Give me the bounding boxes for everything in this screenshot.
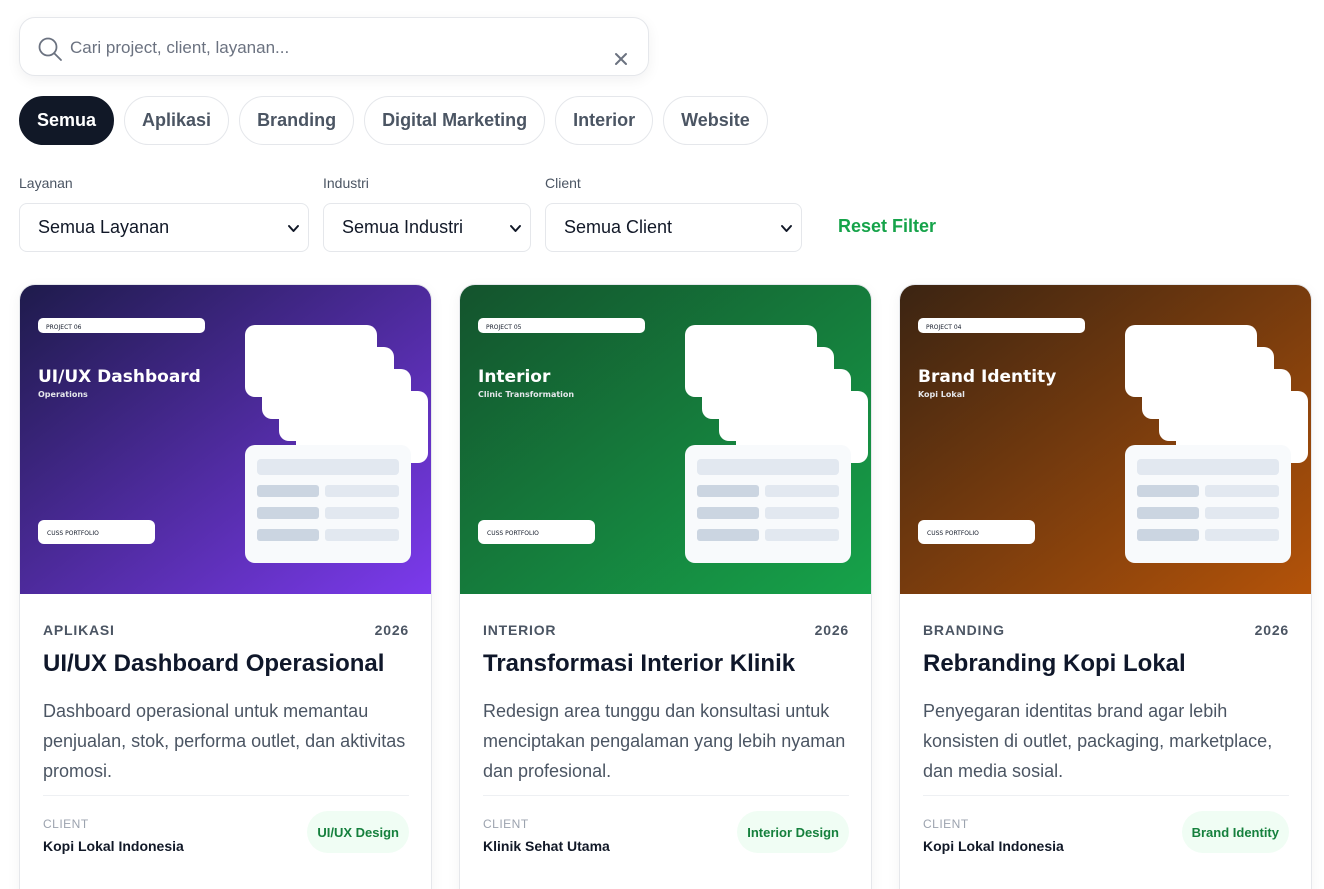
project-year: 2026 [814, 622, 849, 638]
project-card[interactable]: PROJECT 05 Interior Clinic Transformatio… [459, 284, 872, 889]
thumbnail-badge: PROJECT 06 [46, 324, 82, 331]
layanan-select-value: Semua Layanan [38, 217, 170, 237]
client-select[interactable]: Semua Client [545, 203, 802, 252]
project-card[interactable]: PROJECT 04 Brand Identity Kopi Lokal CUS… [899, 284, 1312, 889]
thumbnail-title: Interior [478, 367, 551, 387]
layanan-select[interactable]: Semua Layanan [19, 203, 309, 252]
project-description: Redesign area tunggu dan konsultasi untu… [483, 701, 846, 781]
tab-aplikasi[interactable]: Aplikasi [124, 96, 230, 145]
tab-interior[interactable]: Interior [555, 96, 654, 145]
project-card[interactable]: PROJECT 06 UI/UX Dashboard Operations CU… [19, 284, 432, 889]
project-description: Penyegaran identitas brand agar lebih ko… [923, 701, 1273, 781]
thumbnail-footer: CUSS PORTFOLIO [927, 530, 979, 537]
thumbnail-title: UI/UX Dashboard [38, 367, 201, 387]
client-name: Kopi Lokal Indonesia [43, 838, 184, 854]
thumbnail-footer: CUSS PORTFOLIO [47, 530, 99, 537]
tab-branding[interactable]: Branding [239, 96, 355, 145]
thumbnail-subtitle: Clinic Transformation [478, 390, 574, 399]
divider [923, 795, 1289, 796]
industri-label: Industri [323, 175, 369, 191]
industri-select-value: Semua Industri [342, 217, 464, 237]
project-year: 2026 [374, 622, 409, 638]
service-tag: UI/UX Design [307, 811, 409, 853]
category-tabs: Semua Aplikasi Branding Digital Marketin… [19, 96, 768, 145]
project-category: INTERIOR [483, 622, 557, 638]
client-label: CLIENT [923, 817, 969, 831]
tab-digital-marketing[interactable]: Digital Marketing [364, 96, 546, 145]
project-year: 2026 [1254, 622, 1289, 638]
project-title[interactable]: UI/UX Dashboard Operasional [43, 650, 384, 678]
layanan-label: Layanan [19, 175, 73, 191]
search-box[interactable] [19, 17, 649, 76]
project-title[interactable]: Transformasi Interior Klinik [483, 650, 795, 678]
close-icon[interactable] [614, 52, 628, 66]
client-name: Kopi Lokal Indonesia [923, 838, 1064, 854]
divider [43, 795, 409, 796]
tab-website[interactable]: Website [663, 96, 768, 145]
industri-select[interactable]: Semua Industri [323, 203, 531, 252]
service-tag: Interior Design [737, 811, 849, 853]
project-category: APLIKASI [43, 622, 115, 638]
project-thumbnail: PROJECT 05 Interior Clinic Transformatio… [460, 285, 871, 594]
project-title[interactable]: Rebranding Kopi Lokal [923, 650, 1186, 678]
search-icon [38, 37, 62, 61]
thumbnail-subtitle: Kopi Lokal [918, 390, 965, 399]
project-thumbnail: PROJECT 04 Brand Identity Kopi Lokal CUS… [900, 285, 1311, 594]
divider [483, 795, 849, 796]
chevron-down-icon [781, 225, 792, 232]
project-description: Dashboard operasional untuk memantau pen… [43, 701, 406, 781]
reset-filter-button[interactable]: Reset Filter [838, 216, 936, 237]
client-label: CLIENT [43, 817, 89, 831]
thumbnail-title: Brand Identity [918, 367, 1056, 387]
search-input[interactable] [70, 32, 590, 64]
thumbnail-footer: CUSS PORTFOLIO [487, 530, 539, 537]
tab-semua[interactable]: Semua [19, 96, 115, 145]
thumbnail-badge: PROJECT 05 [486, 324, 522, 331]
project-thumbnail: PROJECT 06 UI/UX Dashboard Operations CU… [20, 285, 431, 594]
chevron-down-icon [288, 225, 299, 232]
client-select-value: Semua Client [564, 217, 673, 237]
thumbnail-subtitle: Operations [38, 390, 88, 399]
client-label: CLIENT [483, 817, 529, 831]
client-name: Klinik Sehat Utama [483, 838, 610, 854]
client-label: Client [545, 175, 581, 191]
service-tag: Brand Identity [1181, 811, 1289, 853]
thumbnail-badge: PROJECT 04 [926, 324, 962, 331]
chevron-down-icon [510, 225, 521, 232]
project-category: BRANDING [923, 622, 1005, 638]
